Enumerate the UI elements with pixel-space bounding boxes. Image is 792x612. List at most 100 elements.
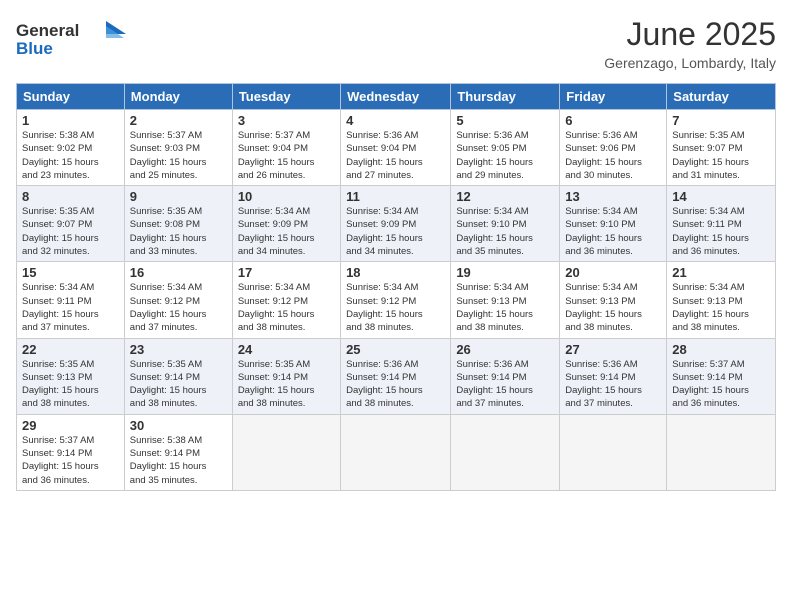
day-info: Sunrise: 5:34 AM Sunset: 9:09 PM Dayligh… xyxy=(346,205,445,258)
day-number: 17 xyxy=(238,265,335,280)
calendar-day-cell: 4Sunrise: 5:36 AM Sunset: 9:04 PM Daylig… xyxy=(341,110,451,186)
calendar-day-cell: 19Sunrise: 5:34 AM Sunset: 9:13 PM Dayli… xyxy=(451,262,560,338)
day-number: 9 xyxy=(130,189,227,204)
day-number: 25 xyxy=(346,342,445,357)
col-sunday: Sunday xyxy=(17,84,125,110)
calendar-day-cell xyxy=(451,414,560,490)
calendar-day-cell: 14Sunrise: 5:34 AM Sunset: 9:11 PM Dayli… xyxy=(667,186,776,262)
calendar-week-row: 8Sunrise: 5:35 AM Sunset: 9:07 PM Daylig… xyxy=(17,186,776,262)
calendar-day-cell: 17Sunrise: 5:34 AM Sunset: 9:12 PM Dayli… xyxy=(232,262,340,338)
page: General Blue June 2025 Gerenzago, Lombar… xyxy=(0,0,792,612)
calendar-week-row: 1Sunrise: 5:38 AM Sunset: 9:02 PM Daylig… xyxy=(17,110,776,186)
calendar-day-cell: 8Sunrise: 5:35 AM Sunset: 9:07 PM Daylig… xyxy=(17,186,125,262)
col-thursday: Thursday xyxy=(451,84,560,110)
day-number: 23 xyxy=(130,342,227,357)
day-number: 20 xyxy=(565,265,661,280)
col-saturday: Saturday xyxy=(667,84,776,110)
col-monday: Monday xyxy=(124,84,232,110)
calendar-day-cell: 12Sunrise: 5:34 AM Sunset: 9:10 PM Dayli… xyxy=(451,186,560,262)
day-info: Sunrise: 5:36 AM Sunset: 9:04 PM Dayligh… xyxy=(346,129,445,182)
day-info: Sunrise: 5:34 AM Sunset: 9:13 PM Dayligh… xyxy=(456,281,554,334)
day-info: Sunrise: 5:37 AM Sunset: 9:14 PM Dayligh… xyxy=(672,358,770,411)
day-number: 30 xyxy=(130,418,227,433)
day-number: 15 xyxy=(22,265,119,280)
day-info: Sunrise: 5:34 AM Sunset: 9:10 PM Dayligh… xyxy=(565,205,661,258)
day-info: Sunrise: 5:37 AM Sunset: 9:14 PM Dayligh… xyxy=(22,434,119,487)
day-info: Sunrise: 5:38 AM Sunset: 9:02 PM Dayligh… xyxy=(22,129,119,182)
day-number: 22 xyxy=(22,342,119,357)
day-info: Sunrise: 5:34 AM Sunset: 9:10 PM Dayligh… xyxy=(456,205,554,258)
day-info: Sunrise: 5:37 AM Sunset: 9:03 PM Dayligh… xyxy=(130,129,227,182)
calendar-day-cell: 1Sunrise: 5:38 AM Sunset: 9:02 PM Daylig… xyxy=(17,110,125,186)
calendar-day-cell: 11Sunrise: 5:34 AM Sunset: 9:09 PM Dayli… xyxy=(341,186,451,262)
calendar-header-row: Sunday Monday Tuesday Wednesday Thursday… xyxy=(17,84,776,110)
header: General Blue June 2025 Gerenzago, Lombar… xyxy=(16,16,776,71)
day-number: 19 xyxy=(456,265,554,280)
location: Gerenzago, Lombardy, Italy xyxy=(604,55,776,71)
day-number: 4 xyxy=(346,113,445,128)
month-title: June 2025 xyxy=(604,16,776,53)
day-info: Sunrise: 5:36 AM Sunset: 9:05 PM Dayligh… xyxy=(456,129,554,182)
day-number: 27 xyxy=(565,342,661,357)
calendar-table: Sunday Monday Tuesday Wednesday Thursday… xyxy=(16,83,776,491)
col-tuesday: Tuesday xyxy=(232,84,340,110)
calendar-day-cell: 13Sunrise: 5:34 AM Sunset: 9:10 PM Dayli… xyxy=(560,186,667,262)
calendar-week-row: 29Sunrise: 5:37 AM Sunset: 9:14 PM Dayli… xyxy=(17,414,776,490)
day-info: Sunrise: 5:35 AM Sunset: 9:08 PM Dayligh… xyxy=(130,205,227,258)
day-number: 1 xyxy=(22,113,119,128)
day-info: Sunrise: 5:34 AM Sunset: 9:12 PM Dayligh… xyxy=(238,281,335,334)
day-info: Sunrise: 5:36 AM Sunset: 9:14 PM Dayligh… xyxy=(456,358,554,411)
day-info: Sunrise: 5:34 AM Sunset: 9:12 PM Dayligh… xyxy=(130,281,227,334)
day-number: 18 xyxy=(346,265,445,280)
calendar-day-cell: 27Sunrise: 5:36 AM Sunset: 9:14 PM Dayli… xyxy=(560,338,667,414)
day-info: Sunrise: 5:35 AM Sunset: 9:07 PM Dayligh… xyxy=(22,205,119,258)
day-number: 2 xyxy=(130,113,227,128)
day-info: Sunrise: 5:35 AM Sunset: 9:07 PM Dayligh… xyxy=(672,129,770,182)
calendar-day-cell: 28Sunrise: 5:37 AM Sunset: 9:14 PM Dayli… xyxy=(667,338,776,414)
calendar-week-row: 22Sunrise: 5:35 AM Sunset: 9:13 PM Dayli… xyxy=(17,338,776,414)
calendar-day-cell: 16Sunrise: 5:34 AM Sunset: 9:12 PM Dayli… xyxy=(124,262,232,338)
calendar-day-cell: 5Sunrise: 5:36 AM Sunset: 9:05 PM Daylig… xyxy=(451,110,560,186)
day-info: Sunrise: 5:35 AM Sunset: 9:14 PM Dayligh… xyxy=(238,358,335,411)
day-info: Sunrise: 5:34 AM Sunset: 9:13 PM Dayligh… xyxy=(672,281,770,334)
day-number: 24 xyxy=(238,342,335,357)
day-number: 12 xyxy=(456,189,554,204)
calendar-day-cell: 24Sunrise: 5:35 AM Sunset: 9:14 PM Dayli… xyxy=(232,338,340,414)
calendar-day-cell: 25Sunrise: 5:36 AM Sunset: 9:14 PM Dayli… xyxy=(341,338,451,414)
day-number: 13 xyxy=(565,189,661,204)
col-wednesday: Wednesday xyxy=(341,84,451,110)
calendar-day-cell: 7Sunrise: 5:35 AM Sunset: 9:07 PM Daylig… xyxy=(667,110,776,186)
day-number: 11 xyxy=(346,189,445,204)
logo: General Blue xyxy=(16,16,126,66)
calendar-day-cell xyxy=(667,414,776,490)
day-number: 3 xyxy=(238,113,335,128)
calendar-day-cell: 6Sunrise: 5:36 AM Sunset: 9:06 PM Daylig… xyxy=(560,110,667,186)
calendar-day-cell: 10Sunrise: 5:34 AM Sunset: 9:09 PM Dayli… xyxy=(232,186,340,262)
day-number: 7 xyxy=(672,113,770,128)
svg-text:General: General xyxy=(16,21,79,40)
title-block: June 2025 Gerenzago, Lombardy, Italy xyxy=(604,16,776,71)
col-friday: Friday xyxy=(560,84,667,110)
day-info: Sunrise: 5:36 AM Sunset: 9:14 PM Dayligh… xyxy=(565,358,661,411)
calendar-day-cell: 23Sunrise: 5:35 AM Sunset: 9:14 PM Dayli… xyxy=(124,338,232,414)
day-info: Sunrise: 5:36 AM Sunset: 9:14 PM Dayligh… xyxy=(346,358,445,411)
calendar-day-cell: 21Sunrise: 5:34 AM Sunset: 9:13 PM Dayli… xyxy=(667,262,776,338)
calendar-day-cell: 15Sunrise: 5:34 AM Sunset: 9:11 PM Dayli… xyxy=(17,262,125,338)
day-number: 5 xyxy=(456,113,554,128)
day-info: Sunrise: 5:35 AM Sunset: 9:13 PM Dayligh… xyxy=(22,358,119,411)
calendar-day-cell: 22Sunrise: 5:35 AM Sunset: 9:13 PM Dayli… xyxy=(17,338,125,414)
day-number: 29 xyxy=(22,418,119,433)
calendar-day-cell: 3Sunrise: 5:37 AM Sunset: 9:04 PM Daylig… xyxy=(232,110,340,186)
day-number: 6 xyxy=(565,113,661,128)
day-info: Sunrise: 5:34 AM Sunset: 9:11 PM Dayligh… xyxy=(22,281,119,334)
calendar-day-cell: 26Sunrise: 5:36 AM Sunset: 9:14 PM Dayli… xyxy=(451,338,560,414)
day-info: Sunrise: 5:38 AM Sunset: 9:14 PM Dayligh… xyxy=(130,434,227,487)
calendar-day-cell: 20Sunrise: 5:34 AM Sunset: 9:13 PM Dayli… xyxy=(560,262,667,338)
day-info: Sunrise: 5:36 AM Sunset: 9:06 PM Dayligh… xyxy=(565,129,661,182)
day-info: Sunrise: 5:35 AM Sunset: 9:14 PM Dayligh… xyxy=(130,358,227,411)
day-number: 26 xyxy=(456,342,554,357)
calendar-day-cell xyxy=(341,414,451,490)
day-info: Sunrise: 5:34 AM Sunset: 9:11 PM Dayligh… xyxy=(672,205,770,258)
day-number: 16 xyxy=(130,265,227,280)
day-number: 21 xyxy=(672,265,770,280)
